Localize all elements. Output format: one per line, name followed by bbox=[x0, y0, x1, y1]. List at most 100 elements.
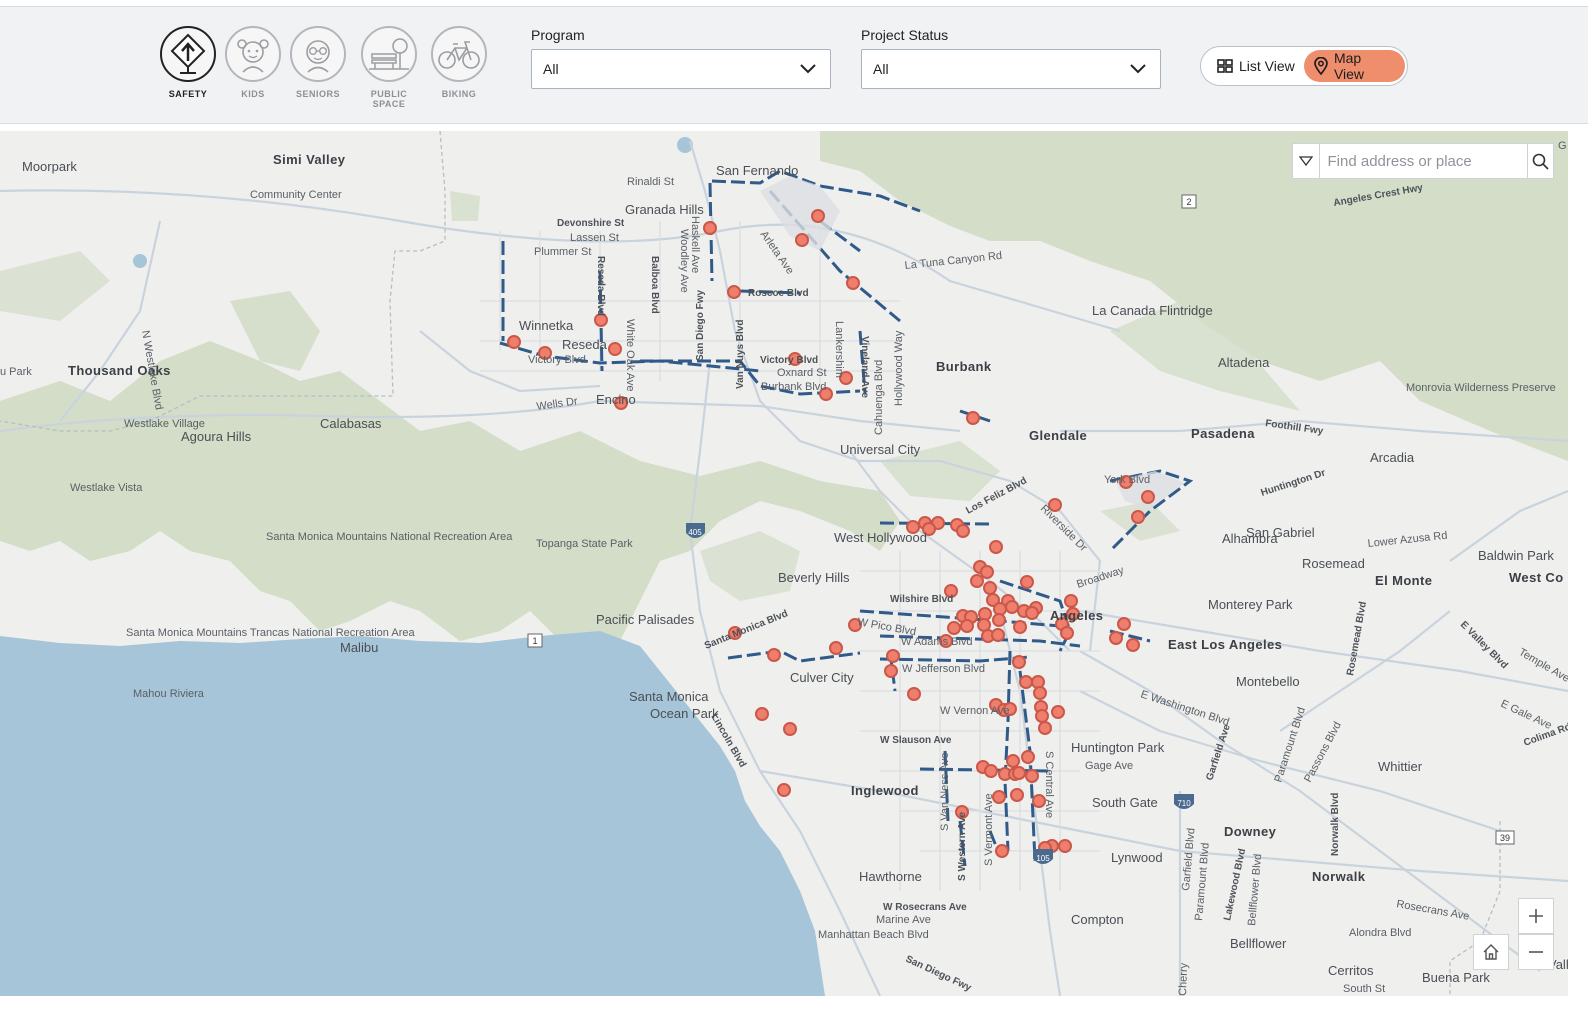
category-safety[interactable]: SAFETY bbox=[153, 26, 223, 99]
category-label: PUBLIC SPACE bbox=[370, 89, 408, 109]
project-marker[interactable] bbox=[991, 628, 1005, 642]
map-label: Roscoe Blvd bbox=[748, 288, 809, 299]
project-marker[interactable] bbox=[1117, 617, 1131, 631]
project-marker[interactable] bbox=[1005, 600, 1019, 614]
project-marker[interactable] bbox=[884, 664, 898, 678]
map-label: Granada Hills bbox=[625, 202, 704, 217]
project-marker[interactable] bbox=[777, 783, 791, 797]
map-label: Pasadena bbox=[1191, 426, 1255, 441]
project-marker[interactable] bbox=[1006, 754, 1020, 768]
project-marker[interactable] bbox=[966, 411, 980, 425]
project-marker[interactable] bbox=[795, 233, 809, 247]
project-status-select[interactable]: All bbox=[861, 49, 1161, 89]
project-marker[interactable] bbox=[1126, 638, 1140, 652]
project-marker[interactable] bbox=[992, 613, 1006, 627]
home-button[interactable] bbox=[1473, 934, 1509, 970]
project-marker[interactable] bbox=[608, 342, 622, 356]
map-label: Bellflower bbox=[1230, 936, 1287, 951]
program-select[interactable]: All bbox=[531, 49, 831, 89]
list-view-button[interactable]: List View bbox=[1207, 50, 1305, 82]
project-marker[interactable] bbox=[1109, 631, 1123, 645]
search-filter-button[interactable] bbox=[1293, 144, 1320, 178]
search-input[interactable] bbox=[1319, 144, 1527, 178]
map-label: Norwalk Blvd bbox=[1330, 793, 1341, 856]
category-seniors[interactable]: SENIORS bbox=[283, 26, 353, 99]
project-marker[interactable] bbox=[1020, 575, 1034, 589]
list-view-label: List View bbox=[1239, 58, 1295, 74]
map-label: Burbank bbox=[936, 359, 992, 374]
kids-icon bbox=[225, 26, 281, 82]
project-marker[interactable] bbox=[907, 687, 921, 701]
project-marker[interactable] bbox=[1035, 709, 1049, 723]
map-label: 710 bbox=[1177, 799, 1191, 808]
project-marker[interactable] bbox=[811, 209, 825, 223]
map-label: Rosemead bbox=[1302, 556, 1365, 571]
project-marker[interactable] bbox=[983, 581, 997, 595]
map-label: Van Nuys Blvd bbox=[735, 320, 746, 389]
map-label: El Monte bbox=[1375, 573, 1432, 588]
project-marker[interactable] bbox=[1025, 606, 1039, 620]
project-marker[interactable] bbox=[956, 524, 970, 538]
zoom-in-button[interactable] bbox=[1518, 898, 1554, 934]
project-marker[interactable] bbox=[767, 648, 781, 662]
project-marker[interactable] bbox=[1051, 705, 1065, 719]
project-marker[interactable] bbox=[1012, 655, 1026, 669]
project-marker[interactable] bbox=[1012, 766, 1026, 780]
project-marker[interactable] bbox=[727, 285, 741, 299]
project-marker[interactable] bbox=[984, 764, 998, 778]
project-marker[interactable] bbox=[989, 540, 1003, 554]
project-marker[interactable] bbox=[947, 621, 961, 635]
map-label: 105 bbox=[1036, 854, 1050, 863]
project-marker[interactable] bbox=[1025, 769, 1039, 783]
project-marker[interactable] bbox=[1010, 788, 1024, 802]
map-view[interactable]: 405 1 2 710 105 39 Simi Valley Moorpark … bbox=[0, 131, 1568, 996]
category-biking[interactable]: BIKING bbox=[424, 26, 494, 99]
search-button[interactable] bbox=[1526, 144, 1554, 178]
map-canvas[interactable]: 405 1 2 710 105 39 Simi Valley Moorpark … bbox=[0, 131, 1568, 996]
project-marker[interactable] bbox=[960, 619, 974, 633]
project-marker[interactable] bbox=[886, 649, 900, 663]
project-marker[interactable] bbox=[1031, 675, 1045, 689]
map-label: La Canada Flintridge bbox=[1092, 303, 1213, 318]
map-label: Devonshire St bbox=[557, 218, 625, 229]
category-public-space[interactable]: PUBLIC SPACE bbox=[354, 26, 424, 109]
project-marker[interactable] bbox=[1060, 626, 1074, 640]
project-marker[interactable] bbox=[970, 574, 984, 588]
map-label: Lankershim bbox=[833, 321, 845, 378]
project-marker[interactable] bbox=[1064, 594, 1078, 608]
project-marker[interactable] bbox=[755, 707, 769, 721]
project-marker[interactable] bbox=[1019, 675, 1033, 689]
zoom-out-button[interactable] bbox=[1518, 934, 1554, 970]
project-marker[interactable] bbox=[995, 844, 1009, 858]
project-marker[interactable] bbox=[1058, 839, 1072, 853]
project-marker[interactable] bbox=[783, 722, 797, 736]
map-label: Baldwin Park bbox=[1478, 548, 1554, 563]
project-marker[interactable] bbox=[507, 335, 521, 349]
project-marker[interactable] bbox=[1013, 620, 1027, 634]
map-label: Monrovia Wilderness Preserve bbox=[1406, 382, 1556, 394]
project-marker[interactable] bbox=[980, 565, 994, 579]
category-kids[interactable]: KIDS bbox=[218, 26, 288, 99]
map-label: Victory Blvd bbox=[528, 354, 586, 366]
map-label: Glendale bbox=[1029, 428, 1087, 443]
project-marker[interactable] bbox=[846, 276, 860, 290]
map-label: 39 bbox=[1500, 833, 1510, 843]
map-label: Wilshire Blvd bbox=[890, 594, 953, 605]
project-marker[interactable] bbox=[1021, 750, 1035, 764]
project-marker[interactable] bbox=[703, 221, 717, 235]
project-marker[interactable] bbox=[829, 641, 843, 655]
map-label: Huntington Park bbox=[1071, 740, 1165, 755]
project-marker[interactable] bbox=[1033, 686, 1047, 700]
project-marker[interactable] bbox=[1131, 510, 1145, 524]
map-label: Universal City bbox=[840, 442, 921, 457]
map-label: Woodley Ave bbox=[678, 229, 690, 293]
map-label: Manhattan Beach Blvd bbox=[818, 929, 929, 941]
project-status-filter: Project Status All bbox=[861, 27, 1161, 89]
project-marker[interactable] bbox=[1038, 721, 1052, 735]
seniors-icon bbox=[290, 26, 346, 82]
map-label: East Los Angeles bbox=[1168, 637, 1282, 652]
map-view-button[interactable]: Map View bbox=[1304, 50, 1405, 82]
project-marker[interactable] bbox=[1141, 490, 1155, 504]
map-label: Santa Monica Mountains National Recreati… bbox=[266, 531, 513, 543]
project-status-label: Project Status bbox=[861, 27, 949, 43]
